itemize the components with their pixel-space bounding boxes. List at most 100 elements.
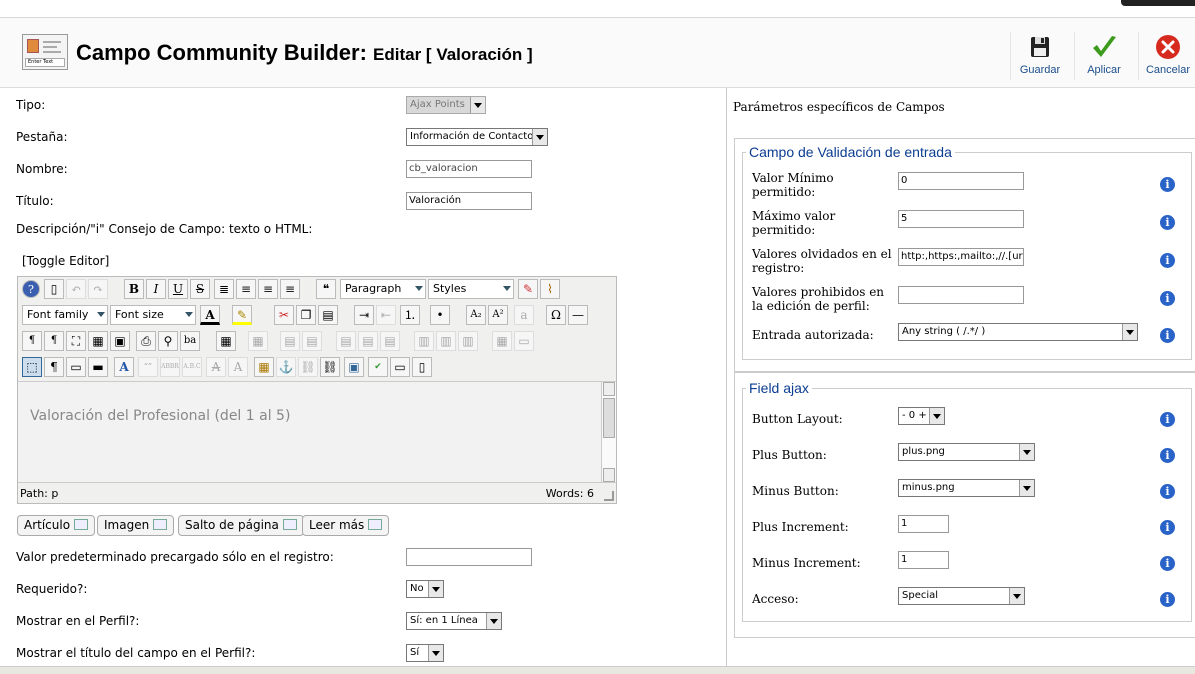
superscript-icon[interactable]: A²	[488, 305, 508, 325]
link-icon[interactable]: ⛓	[320, 357, 340, 377]
italic-icon[interactable]: I	[146, 279, 166, 299]
titulo-input[interactable]: Valoración	[406, 192, 532, 210]
underline-icon[interactable]: U	[168, 279, 188, 299]
insert-row-after-icon[interactable]: ▤	[358, 331, 378, 351]
special-format-icon[interactable]: a	[514, 305, 534, 325]
minus-increment-input[interactable]: 1	[898, 551, 949, 569]
blockquote-icon[interactable]: ❝	[316, 279, 336, 299]
requerido-select[interactable]: No	[406, 580, 444, 598]
minus-select[interactable]: minus.png	[898, 479, 1035, 497]
info-icon[interactable]: i	[1160, 592, 1175, 607]
delete-col-icon[interactable]: ▥	[458, 331, 478, 351]
scroll-thumb[interactable]	[603, 398, 615, 438]
subscript-icon[interactable]: A₂	[466, 305, 486, 325]
insert-col-before-icon[interactable]: ▥	[414, 331, 434, 351]
preview-icon[interactable]: ▦	[88, 331, 108, 351]
info-icon[interactable]: i	[1160, 484, 1175, 499]
max-input[interactable]: 5	[898, 210, 1024, 228]
editor-content-area[interactable]: Valoración del Profesional (del 1 al 5)	[18, 381, 616, 483]
strikethrough-icon[interactable]: S	[190, 279, 210, 299]
pestana-select[interactable]: Información de Contacto	[406, 128, 548, 146]
indent-icon[interactable]: ⇥	[354, 305, 374, 325]
row-props-icon[interactable]: ▤	[280, 331, 300, 351]
info-icon[interactable]: i	[1160, 291, 1175, 306]
text-color-icon[interactable]: A	[200, 305, 220, 325]
layout-select[interactable]: - 0 +	[898, 407, 945, 425]
mostrar-titulo-select[interactable]: Sí	[406, 644, 444, 662]
info-icon[interactable]: i	[1160, 215, 1175, 230]
ins-icon[interactable]: A	[228, 357, 248, 377]
ltr-icon[interactable]: ¶	[22, 331, 42, 351]
special-char-omega-icon[interactable]: Ω	[546, 305, 566, 325]
info-icon[interactable]: i	[1160, 412, 1175, 427]
nonbreaking-icon[interactable]: ▭	[66, 357, 86, 377]
nombre-input[interactable]: cb_valoracion	[406, 160, 532, 178]
insert-col-after-icon[interactable]: ▥	[436, 331, 456, 351]
prohibidos-input[interactable]	[898, 286, 1024, 304]
print-icon[interactable]: ⎙	[136, 331, 156, 351]
mostrar-perfil-select[interactable]: Sí: en 1 Línea	[406, 612, 502, 630]
articulo-button[interactable]: Artículo	[17, 515, 96, 536]
image-icon[interactable]: ▣	[344, 357, 364, 377]
resize-handle-icon[interactable]	[604, 491, 614, 501]
paragraph-select[interactable]: Paragraph	[340, 279, 426, 299]
toggle-editor-link[interactable]: [Toggle Editor]	[22, 254, 109, 268]
styles-select[interactable]: Styles	[428, 279, 514, 299]
cell-props-icon[interactable]: ▤	[302, 331, 322, 351]
new-document-icon[interactable]: ▯	[44, 279, 64, 299]
align-center-icon[interactable]: ≡	[236, 279, 256, 299]
show-blocks-icon[interactable]: ¶	[44, 357, 64, 377]
info-icon[interactable]: i	[1160, 177, 1175, 192]
font-family-select[interactable]: Font family	[22, 305, 108, 325]
horizontal-rule-icon[interactable]: —	[568, 305, 588, 325]
unlink-icon[interactable]: ⛓	[298, 357, 318, 377]
anchor-icon[interactable]: ⚓	[276, 357, 296, 377]
attributes-icon[interactable]: ▦	[254, 357, 274, 377]
min-input[interactable]: 0	[898, 172, 1024, 190]
entrada-select[interactable]: Any string ( /.*/ )	[898, 323, 1138, 341]
cancel-button[interactable]: Cancelar	[1138, 28, 1195, 82]
imagen-button[interactable]: Imagen	[97, 515, 175, 536]
fullscreen-icon[interactable]: ⛶	[66, 331, 86, 351]
insert-row-before-icon[interactable]: ▤	[336, 331, 356, 351]
eraser-icon[interactable]: ✎	[518, 279, 538, 299]
help-icon[interactable]: ?	[22, 280, 40, 298]
leer-mas-button[interactable]: Leer más	[302, 515, 390, 536]
bold-icon[interactable]: B	[124, 279, 144, 299]
plus-select[interactable]: plus.png	[898, 443, 1035, 461]
table-props-icon[interactable]: ▦	[248, 331, 268, 351]
info-icon[interactable]: i	[1160, 556, 1175, 571]
media-icon[interactable]: ▭	[390, 357, 410, 377]
undo-icon[interactable]: ↶	[66, 279, 86, 299]
rtl-icon[interactable]: ¶	[44, 331, 64, 351]
cleanup-broom-icon[interactable]: ⌇	[540, 279, 560, 299]
find-icon[interactable]: ⚲	[158, 331, 178, 351]
info-icon[interactable]: i	[1160, 253, 1175, 268]
save-button[interactable]: Guardar	[1010, 28, 1070, 82]
plus-increment-input[interactable]: 1	[898, 515, 949, 533]
visual-aid-icon[interactable]: ⬚	[22, 357, 42, 377]
acceso-select[interactable]: Special	[898, 587, 1025, 605]
split-cells-icon[interactable]: ▦	[492, 331, 512, 351]
cut-icon[interactable]: ✂	[274, 305, 294, 325]
paste-icon[interactable]: ▤	[318, 305, 338, 325]
info-icon[interactable]: i	[1160, 448, 1175, 463]
scroll-down-icon[interactable]	[603, 468, 615, 482]
template-icon[interactable]: ▣	[110, 331, 130, 351]
merge-cells-icon[interactable]: ▭	[514, 331, 534, 351]
del-icon[interactable]: A	[206, 357, 226, 377]
acronym-icon[interactable]: A.B.C	[182, 357, 202, 377]
font-size-select[interactable]: Font size	[110, 305, 196, 325]
insert-table-icon[interactable]: ▦	[216, 331, 236, 351]
align-right-icon[interactable]: ≡	[280, 279, 300, 299]
align-left-icon[interactable]: ≡	[258, 279, 278, 299]
layer-icon[interactable]: ▬	[88, 357, 108, 377]
abbr-icon[interactable]: ABBR	[160, 357, 180, 377]
spellcheck-icon[interactable]: ✔	[368, 357, 388, 377]
unordered-list-icon[interactable]: •	[430, 305, 450, 325]
styleprops-icon[interactable]: A	[114, 357, 134, 377]
highlight-color-icon[interactable]: ✎	[232, 305, 252, 325]
delete-row-icon[interactable]: ▤	[380, 331, 400, 351]
scroll-up-icon[interactable]	[603, 382, 615, 396]
pagebreak-icon[interactable]: ▯	[412, 357, 432, 377]
